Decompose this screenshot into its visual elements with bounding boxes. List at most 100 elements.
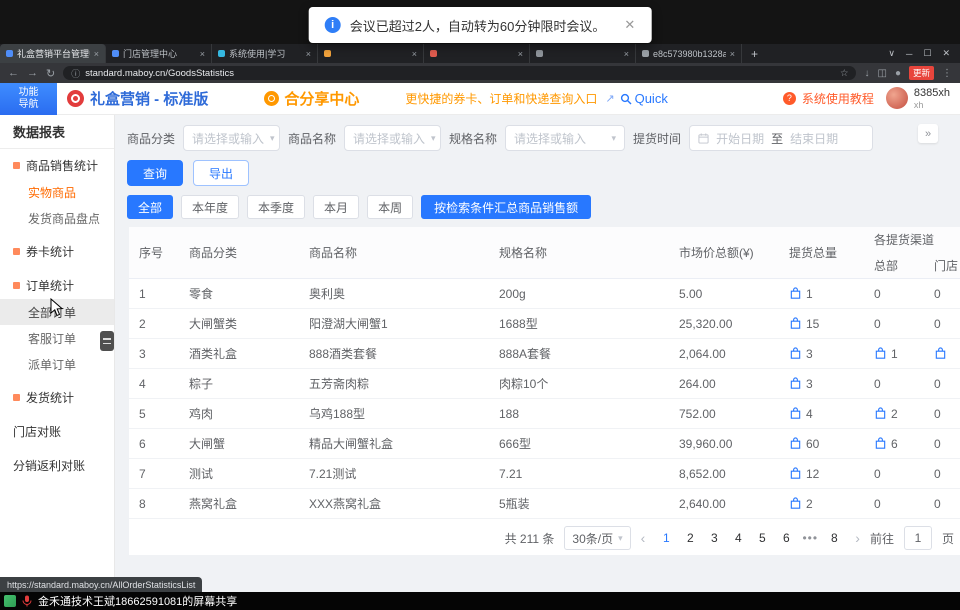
quick-tab[interactable]: 本年度 [181, 195, 239, 219]
tab-close-icon[interactable]: × [730, 49, 735, 59]
pickup-icon [874, 407, 887, 420]
toast-close-icon[interactable]: ✕ [624, 17, 635, 33]
pickup-icon [789, 317, 802, 330]
col-group-channels: 各提货渠道 总部 门店 [864, 227, 960, 278]
page-number[interactable]: 2 [679, 526, 701, 550]
forward-icon[interactable]: → [27, 67, 38, 79]
prev-page-icon[interactable]: ‹ [641, 530, 646, 546]
quick-tab[interactable]: 本月 [313, 195, 359, 219]
qty-cell[interactable]: 1 [864, 339, 924, 368]
page-number[interactable]: 8 [823, 526, 845, 550]
cell-spec: 1688型 [489, 309, 669, 338]
function-nav-toggle[interactable]: 功能 导航 [0, 83, 57, 115]
browser-tab[interactable]: 门店管理中心× [106, 44, 212, 63]
browser-update-button[interactable]: 更新 [909, 66, 934, 80]
download-icon[interactable]: ↓ [864, 68, 869, 79]
new-tab-button[interactable]: + [742, 44, 767, 63]
sidebar-item[interactable]: 发货商品盘点 [0, 205, 114, 231]
browser-tab[interactable]: 礼盒营销平台管理中心 × [0, 44, 106, 63]
sidebar-item[interactable]: 派单订单 [0, 351, 114, 377]
filter-row: 商品分类 请选择或输入 ▾ 商品名称 请选择或输入 ▾ 规格名称 请选择或输入 … [127, 124, 960, 152]
sidebar-group-label: 订单统计 [26, 277, 74, 294]
quick-tab[interactable]: 全部 [127, 195, 173, 219]
avatar[interactable] [886, 87, 908, 109]
qty-cell[interactable]: 2 [779, 489, 864, 518]
tab-label: 礼盒营销平台管理中心 [17, 47, 90, 60]
page-number[interactable]: 6 [775, 526, 797, 550]
search-button[interactable]: 查询 [127, 160, 183, 186]
close-icon[interactable]: ✕ [942, 48, 950, 59]
tab-close-icon[interactable]: × [200, 49, 205, 59]
qty-cell[interactable]: 6 [864, 429, 924, 458]
category-select[interactable]: 请选择或输入 ▾ [183, 125, 280, 151]
cell-category: 测试 [179, 459, 299, 488]
filters-collapse-button[interactable]: » [918, 124, 938, 143]
qty-cell[interactable]: 2 [864, 399, 924, 428]
product-name-select[interactable]: 请选择或输入 ▾ [344, 125, 441, 151]
maximize-icon[interactable]: ☐ [923, 48, 931, 59]
sidebar-group[interactable]: 分销返利对账 [0, 451, 114, 479]
next-page-icon[interactable]: › [855, 530, 860, 546]
share-center-link[interactable]: 合分享中心 [284, 88, 359, 109]
qty-cell[interactable]: 3 [779, 339, 864, 368]
sidebar-collapse-handle[interactable] [100, 331, 114, 351]
page-number[interactable]: 4 [727, 526, 749, 550]
qty-cell[interactable]: 15 [779, 309, 864, 338]
tab-close-icon[interactable]: × [94, 49, 99, 59]
tab-label: 系统使用|学习 [229, 47, 302, 60]
site-info-icon[interactable]: ⓘ [71, 67, 80, 80]
browser-tab[interactable]: 系统使用|学习 × [212, 44, 318, 63]
goto-page-input[interactable] [904, 526, 932, 550]
profile-icon[interactable]: ● [895, 68, 901, 79]
sidebar-group[interactable]: 发货统计 [0, 383, 114, 411]
page-number[interactable]: 5 [751, 526, 773, 550]
sidebar-item[interactable]: 全部订单 [0, 299, 114, 325]
tab-close-icon[interactable]: × [306, 49, 311, 59]
tab-close-icon[interactable]: × [624, 49, 629, 59]
sidebar-group[interactable]: 订单统计 [0, 271, 114, 299]
row-index: 2 [129, 309, 179, 338]
browser-menu-icon[interactable]: ⋮ [942, 68, 952, 79]
sidebar-item[interactable]: 实物商品 [0, 179, 114, 205]
chevron-down-icon[interactable]: ∨ [888, 48, 895, 59]
back-icon[interactable]: ← [8, 67, 19, 79]
user-menu[interactable]: 8385xh xh [914, 87, 950, 110]
cell-name: 7.21测试 [299, 459, 489, 488]
minimize-icon[interactable]: ─ [906, 49, 912, 59]
side-panel-icon[interactable]: ◫ [877, 68, 886, 79]
page-number[interactable]: 3 [703, 526, 725, 550]
tutorial-link[interactable]: 系统使用教程 [802, 90, 874, 107]
window-controls: ∨ ─ ☐ ✕ [888, 44, 960, 63]
reload-icon[interactable]: ↻ [46, 67, 55, 80]
qty-cell[interactable]: 12 [779, 459, 864, 488]
export-button[interactable]: 导出 [193, 160, 249, 186]
browser-tab[interactable]: e8c573980b1328a258fd2e6f× [636, 44, 742, 63]
quick-tab[interactable]: 本周 [367, 195, 413, 219]
page-number[interactable]: 1 [655, 526, 677, 550]
pickup-icon [789, 467, 802, 480]
tab-close-icon[interactable]: × [412, 49, 417, 59]
qty-cell[interactable]: 3 [779, 369, 864, 398]
pickup-icon [789, 287, 802, 300]
browser-tab[interactable]: × [530, 44, 636, 63]
sidebar-group[interactable]: 券卡统计 [0, 237, 114, 265]
summary-button[interactable]: 按检索条件汇总商品销售额 [421, 195, 591, 219]
quick-search-link[interactable]: Quick [620, 91, 668, 106]
spec-name-select[interactable]: 请选择或输入 ▾ [505, 125, 625, 151]
qty-cell[interactable] [924, 339, 960, 368]
qty-cell[interactable]: 1 [779, 279, 864, 308]
sidebar-item[interactable]: 客服订单 [0, 325, 114, 351]
sidebar-group[interactable]: 门店对账 [0, 417, 114, 445]
tab-close-icon[interactable]: × [518, 49, 523, 59]
brand-logo-icon [67, 90, 84, 107]
qty-cell[interactable]: 60 [779, 429, 864, 458]
date-range-picker[interactable]: 开始日期 至 结束日期 [689, 125, 873, 151]
page-size-select[interactable]: 30条/页 ▾ [564, 526, 630, 550]
sidebar-group[interactable]: 商品销售统计 [0, 151, 114, 179]
qty-cell[interactable]: 4 [779, 399, 864, 428]
url-input[interactable]: ⓘ standard.maboy.cn/GoodsStatistics ☆ [63, 66, 856, 80]
quick-tab[interactable]: 本季度 [247, 195, 305, 219]
bookmark-star-icon[interactable]: ☆ [840, 68, 849, 79]
browser-tab[interactable]: × [424, 44, 530, 63]
browser-tab[interactable]: × [318, 44, 424, 63]
